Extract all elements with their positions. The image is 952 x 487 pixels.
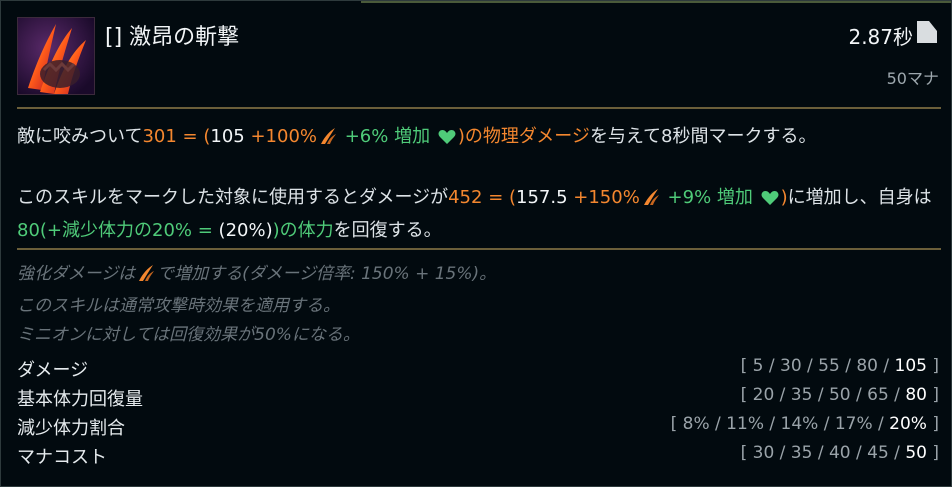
heart-icon (761, 186, 779, 216)
note-line-3: ミニオンに対しては回復効果が50%になる。 (17, 325, 360, 345)
desc2-intro: このスキルをマークした対象に使用するとダメージが (17, 187, 449, 208)
notes: 強化ダメージは で増加する(ダメージ倍率: 150% + 15%)。 このスキルは… (17, 260, 496, 350)
stat-row-base-heal: 基本体力回復量 [ 20 / 35 / 50 / 65 / 80 ] (17, 385, 939, 414)
stat-values-ranks: [ 8% / 11% / 14% / 17% / (670, 414, 890, 434)
top-accent-line (361, 1, 951, 3)
claw-slash-icon (17, 17, 95, 95)
desc1-damage-base: 105 (210, 126, 245, 147)
stat-values-ranks: [ 5 / 30 / 55 / 80 / (740, 356, 895, 376)
divider-middle (17, 248, 941, 250)
mana-cost: 50マナ (886, 69, 939, 88)
heart-icon (438, 125, 456, 155)
desc1-intro: 敵に咬みついて (17, 126, 143, 147)
stat-values-ranks: [ 20 / 35 / 50 / 65 / (740, 385, 906, 405)
stat-values-close: ] (926, 356, 939, 376)
desc2-heal-c: )の体力 (272, 220, 334, 241)
cooldown-flag-icon (915, 20, 939, 44)
desc2-mid: に増加し、自身は (787, 187, 932, 208)
desc2-damage-base: 157.5 (516, 187, 568, 208)
stat-row-missing-health-ratio: 減少体力割合 [ 8% / 11% / 14% / 17% / 20% ] (17, 414, 939, 443)
divider-top (17, 107, 941, 109)
attack-damage-claw-icon (319, 125, 337, 155)
stat-value-current: 50 (905, 443, 927, 463)
stat-values-close: ] (926, 443, 939, 463)
stats-table: ダメージ [ 5 / 30 / 55 / 80 / 105 ] 基本体力回復量 … (17, 356, 939, 472)
stat-row-mana-cost: マナコスト [ 30 / 35 / 40 / 45 / 50 ] (17, 443, 939, 472)
stat-row-damage: ダメージ [ 5 / 30 / 55 / 80 / 105 ] (17, 356, 939, 385)
stat-value-current: 105 (894, 356, 927, 376)
stat-value-current: 20% (889, 414, 927, 434)
note-1-after: で増加する(ダメージ倍率: 150% + 15%)。 (157, 264, 497, 284)
stat-label: 減少体力割合 (17, 418, 125, 439)
note-line-1: 強化ダメージは で増加する(ダメージ倍率: 150% + 15%)。 (17, 260, 496, 292)
desc2-outro: を回復する。 (333, 220, 442, 241)
cooldown-text: 2.87秒 (848, 25, 913, 49)
ability-title: [] 激昂の斬撃 (105, 25, 240, 50)
attack-damage-claw-icon (642, 186, 660, 216)
desc2-heal-b: (20%) (218, 220, 273, 241)
desc2-damage-bonus: +9% 増加 (661, 187, 759, 208)
desc1-damage-total: 301 = ( (142, 126, 211, 147)
description-paragraph-2: このスキルをマークした対象に使用するとダメージが452 = (157.5 +15… (17, 183, 937, 246)
note-1-before: 強化ダメージは (17, 264, 136, 284)
desc1-damage-close: )の物理ダメージ (457, 126, 590, 147)
stat-label: 基本体力回復量 (17, 389, 143, 410)
desc1-damage-ratio: +100% (244, 126, 317, 147)
attack-damage-claw-icon (137, 263, 155, 292)
note-line-2: このスキルは通常攻撃時効果を適用する。 (17, 296, 340, 316)
desc2-damage-close: ) (780, 187, 788, 208)
description-paragraph-1: 敵に咬みついて301 = (105 +100% +6% 増加 )の物理ダメージを… (17, 122, 937, 155)
stat-values: [ 5 / 30 / 55 / 80 / 105 ] (741, 356, 939, 376)
desc2-damage-ratio: +150% (567, 187, 640, 208)
stat-values-close: ] (926, 414, 939, 434)
stat-label: ダメージ (17, 360, 89, 381)
stat-values-ranks: [ 30 / 35 / 40 / 45 / (740, 443, 906, 463)
desc2-damage-total: 452 = ( (448, 187, 517, 208)
stat-values: [ 30 / 35 / 40 / 45 / 50 ] (741, 443, 939, 463)
desc1-outro: を与えて8秒間マークする。 (589, 126, 817, 147)
ability-tooltip: [] 激昂の斬撃 2.87秒 50マナ 敵に咬みついて301 = (105 +1… (0, 0, 952, 487)
stat-values: [ 20 / 35 / 50 / 65 / 80 ] (741, 385, 939, 405)
stat-value-current: 80 (905, 385, 927, 405)
stat-values-close: ] (926, 385, 939, 405)
desc2-heal-a: 80(+減少体力の20% = (17, 220, 219, 241)
stat-label: マナコスト (17, 447, 107, 468)
desc1-damage-bonus: +6% 増加 (339, 126, 436, 147)
stat-values: [ 8% / 11% / 14% / 17% / 20% ] (671, 414, 939, 434)
